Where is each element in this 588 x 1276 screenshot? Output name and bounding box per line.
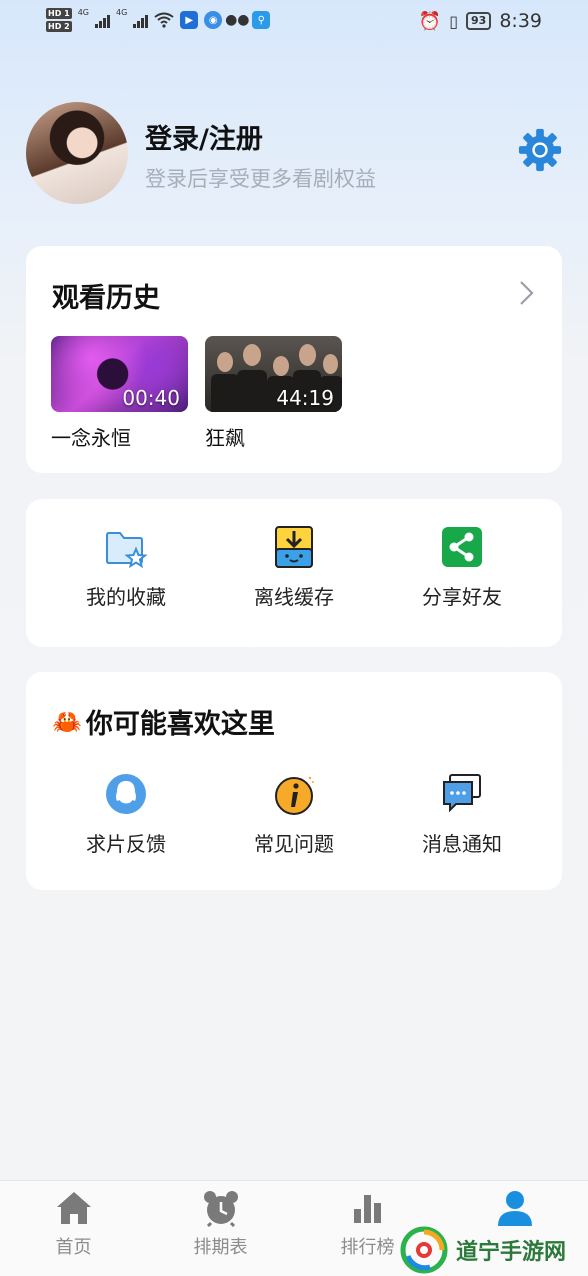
favorites-button[interactable]: 我的收藏 [37, 525, 215, 610]
status-left: HD 1 HD 2 4G 4G ▶ ◉ ●● ⚲ [46, 8, 271, 32]
watermark-text: 道宁手游网 [456, 1240, 567, 1265]
info-icon [275, 776, 314, 815]
history-item-title[interactable]: 一念永恒 [51, 422, 131, 451]
history-progress-time: 44:19 [276, 386, 334, 410]
signal-icon-2 [133, 12, 149, 28]
bar-chart-icon [353, 1195, 381, 1223]
clock: 8:39 [499, 10, 542, 32]
status-bar: HD 1 HD 2 4G 4G ▶ ◉ ●● ⚲ ⏰ ▯ 93 8:39 [0, 0, 588, 46]
nav-ranking-label: 排行榜 [340, 1237, 395, 1258]
search-app-icon: ⚲ [252, 11, 271, 29]
gear-icon[interactable] [517, 127, 563, 173]
network-label-2: 4G [115, 8, 128, 17]
recommend-card: 🦀 你可能喜欢这里 求片反馈 常见问题 消息通知 [26, 672, 562, 890]
history-title: 观看历史 [52, 283, 160, 314]
alarm-icon: ⏰ [418, 10, 442, 32]
hd-badges: HD 1 HD 2 [46, 8, 72, 32]
browser-notification-icon: ◉ [204, 11, 223, 29]
offline-cache-button[interactable]: 离线缓存 [205, 525, 383, 610]
share-friends-button[interactable]: 分享好友 [373, 525, 551, 610]
history-thumbnail[interactable]: 00:40 [51, 336, 188, 412]
nav-schedule-label: 排期表 [193, 1237, 248, 1258]
alarm-clock-icon [203, 1191, 238, 1227]
nav-home-label: 首页 [55, 1237, 92, 1258]
offline-cache-label: 离线缓存 [254, 585, 334, 609]
network-label-1: 4G [77, 8, 89, 17]
message-notification-label: 消息通知 [422, 832, 502, 856]
message-icon [443, 774, 481, 813]
signal-icon [94, 12, 110, 28]
history-thumbnail[interactable]: 44:19 [205, 336, 342, 412]
qq-penguin-icon [106, 774, 146, 814]
history-item-title[interactable]: 狂飙 [205, 422, 245, 451]
chevron-right-icon[interactable] [518, 280, 534, 306]
faq-label: 常见问题 [254, 832, 334, 856]
nav-home[interactable]: 首页 [0, 1189, 147, 1259]
crab-icon: 🦀 [52, 707, 82, 736]
history-progress-time: 00:40 [122, 386, 180, 410]
hd-badge-1: HD 1 [46, 8, 72, 19]
vibrate-icon: ▯ [449, 11, 459, 31]
wechat-icon: ●● [225, 12, 250, 28]
faq-button[interactable]: 常见问题 [205, 772, 383, 857]
wifi-icon [154, 12, 174, 28]
user-icon [497, 1191, 532, 1226]
message-notification-button[interactable]: 消息通知 [373, 772, 551, 857]
folder-star-icon [106, 532, 148, 569]
recommend-title-text: 你可能喜欢这里 [85, 709, 275, 740]
share-friends-label: 分享好友 [422, 585, 502, 609]
avatar[interactable] [26, 102, 128, 204]
watch-history-card: 观看历史 00:40 一念永恒 44:19 狂飙 [26, 246, 562, 473]
login-register-link[interactable]: 登录/注册 [145, 117, 263, 156]
request-feedback-label: 求片反馈 [86, 832, 166, 856]
tools-card: 我的收藏 离线缓存 分享好友 [26, 499, 562, 647]
watermark: 道宁手游网 [400, 1226, 566, 1274]
app-notification-icon: ▶ [180, 11, 199, 29]
recommend-title: 🦀 你可能喜欢这里 [52, 702, 275, 741]
status-right: ⏰ ▯ 93 8:39 [419, 10, 542, 32]
watermark-logo-icon [400, 1226, 448, 1274]
battery-indicator: 93 [466, 12, 492, 30]
download-icon [275, 526, 313, 568]
hd-badge-2: HD 2 [46, 21, 72, 32]
share-icon [442, 527, 482, 567]
request-feedback-button[interactable]: 求片反馈 [37, 772, 215, 857]
home-icon [56, 1192, 91, 1224]
favorites-label: 我的收藏 [86, 585, 166, 609]
nav-schedule[interactable]: 排期表 [147, 1189, 294, 1259]
login-subtitle: 登录后享受更多看剧权益 [145, 167, 376, 191]
